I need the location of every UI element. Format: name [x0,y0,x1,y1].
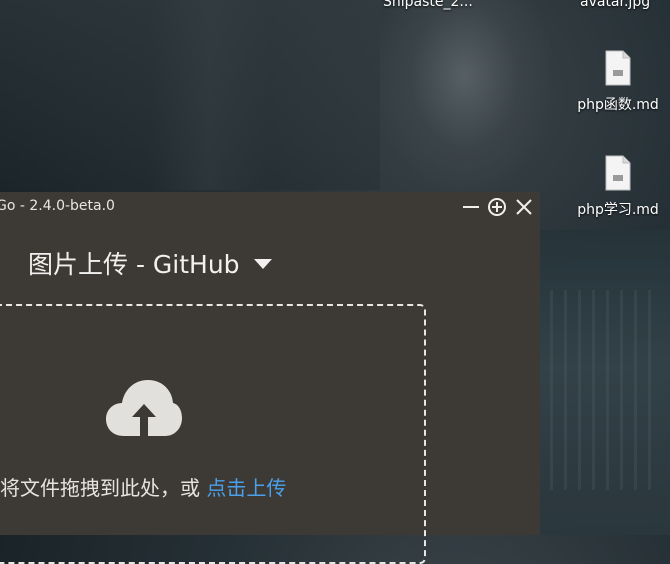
markdown-file-icon [605,50,631,86]
caret-down-icon [253,259,272,269]
minimize-button[interactable] [461,197,481,217]
close-icon [516,199,532,215]
close-button[interactable] [514,197,534,217]
desktop-file-label: php函数.md [577,97,659,113]
picgo-window: Go - 2.4.0-beta.0 图片上传 - GitHub 将文件拖拽到此处… [0,192,540,564]
desktop-file-php-study[interactable]: php学习.md [570,155,666,219]
cloud-upload-icon [106,380,182,436]
picbed-selector[interactable]: 图片上传 - GitHub [28,245,272,281]
upload-dropzone[interactable] [0,304,426,564]
click-upload-link[interactable]: 点击上传 [206,476,286,500]
wallpaper-ruins [540,230,670,535]
wallpaper-rock [380,0,550,190]
pin-plus-icon [488,198,506,216]
desktop-file-label: php学习.md [577,202,659,218]
upload-hint: 将文件拖拽到此处，或 点击上传 [0,472,286,501]
desktop-icon-label[interactable]: Snipaste_2... [383,0,473,10]
upload-hint-text: 将文件拖拽到此处，或 [0,476,200,500]
markdown-file-icon [605,155,631,191]
pin-button[interactable] [487,197,507,217]
desktop-file-php-functions[interactable]: php函数.md [570,50,666,114]
wallpaper-pillar [150,0,270,190]
picbed-title: 图片上传 - GitHub [28,250,240,279]
desktop-icon-label[interactable]: avatar.jpg [580,0,650,10]
window-title: Go - 2.4.0-beta.0 [0,198,115,214]
window-titlebar[interactable]: Go - 2.4.0-beta.0 [0,192,540,220]
minimize-icon [463,206,479,208]
